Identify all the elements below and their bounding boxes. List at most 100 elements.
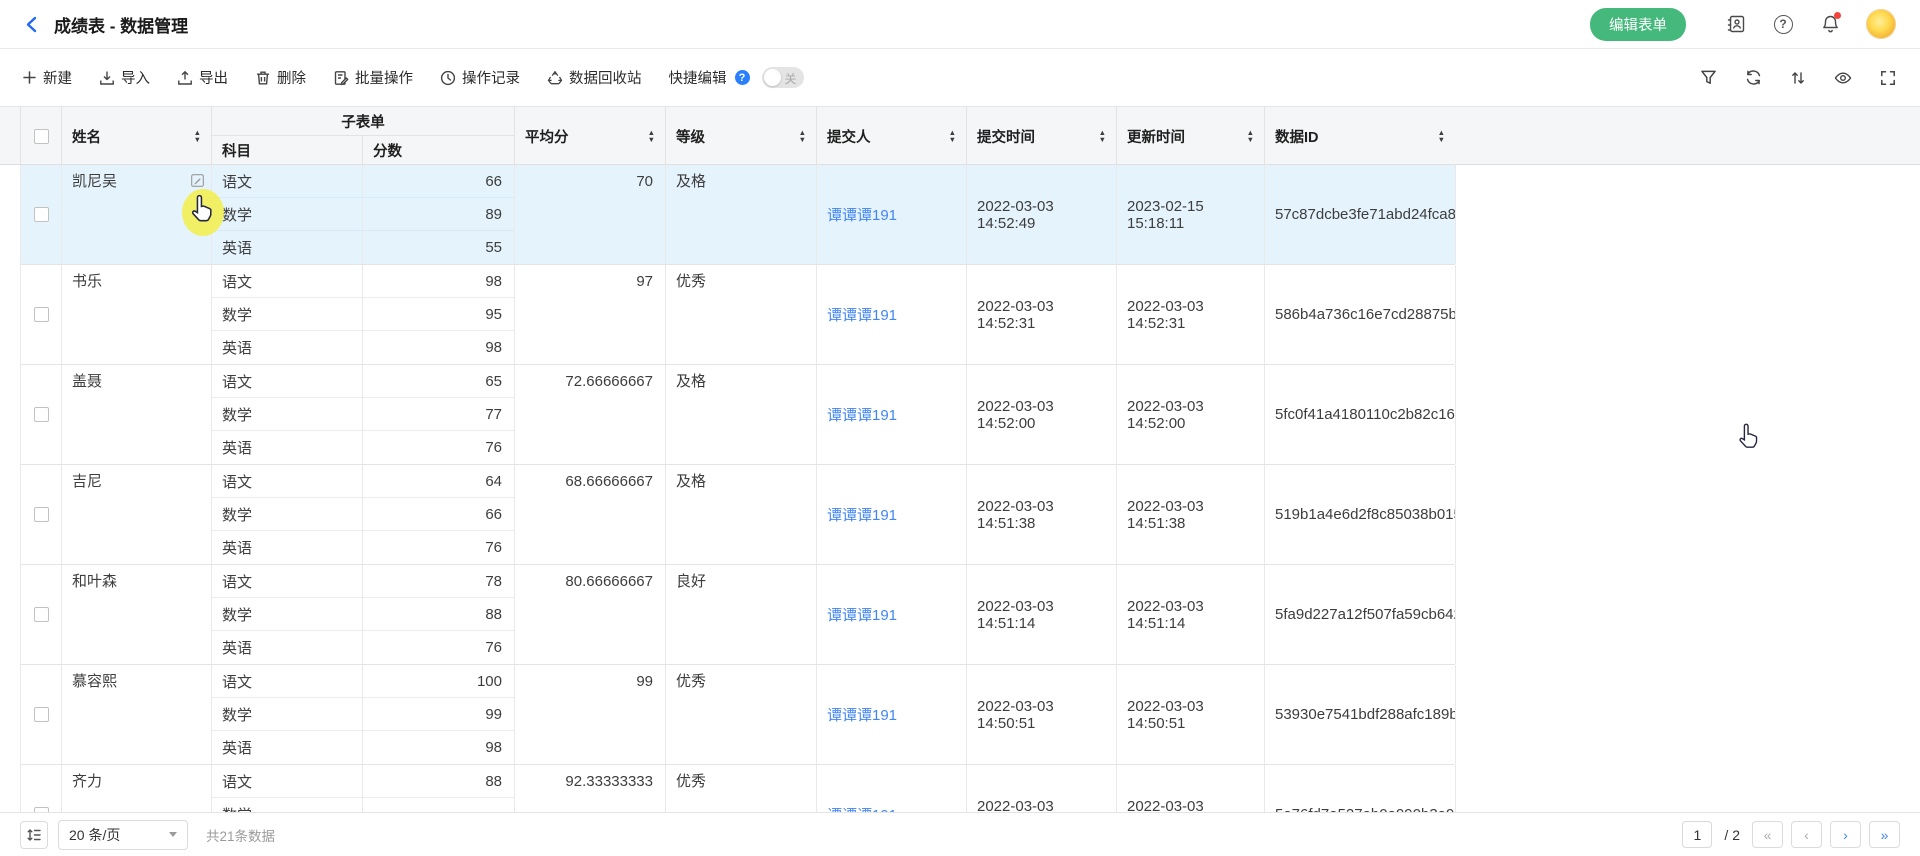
row-height-button[interactable] — [20, 821, 48, 849]
row-checkbox[interactable] — [34, 707, 49, 722]
import-button[interactable]: 导入 — [99, 67, 150, 88]
submit-time-cell: 2022-03-03 14:50:27 — [967, 765, 1117, 812]
submitter-link[interactable]: 谭谭谭191 — [827, 804, 897, 812]
sort-toggle-icon[interactable]: ▲▼ — [1438, 130, 1445, 142]
subject-subcell: 语文 — [212, 265, 362, 298]
prev-page-button[interactable]: ‹ — [1791, 821, 1822, 848]
submitter-link[interactable]: 谭谭谭191 — [827, 404, 897, 425]
column-header-average[interactable]: 平均分 ▲▼ — [515, 107, 666, 165]
help-icon[interactable]: ? — [1772, 13, 1794, 35]
subject-cell: 语文数学英语 — [212, 565, 363, 664]
batch-ops-button[interactable]: 批量操作 — [333, 67, 413, 88]
page-number-input[interactable] — [1682, 821, 1712, 848]
select-all-checkbox[interactable] — [34, 129, 49, 144]
trash-icon — [255, 70, 271, 86]
sort-icon[interactable] — [1788, 68, 1808, 88]
notification-bell-icon[interactable] — [1819, 13, 1841, 35]
visibility-eye-icon[interactable] — [1833, 68, 1853, 88]
data-id-cell: 519b1a4e6d2f8c85038b015b — [1265, 465, 1456, 564]
score-subcell: 55 — [363, 231, 514, 264]
grade-cell: 良好 — [666, 565, 817, 664]
column-header-name[interactable]: 姓名 ▲▼ — [62, 107, 212, 165]
recycle-bin-button[interactable]: 数据回收站 — [547, 67, 642, 88]
back-icon[interactable] — [22, 15, 40, 33]
next-page-button[interactable]: › — [1830, 821, 1861, 848]
sort-toggle-icon[interactable]: ▲▼ — [1247, 130, 1254, 142]
column-header-update-time[interactable]: 更新时间 ▲▼ — [1117, 107, 1265, 165]
column-header-submitter[interactable]: 提交人 ▲▼ — [817, 107, 967, 165]
avatar[interactable] — [1866, 9, 1896, 39]
quick-edit-toggle[interactable]: 关 — [762, 67, 804, 88]
update-time-cell: 2022-03-03 14:50:51 — [1117, 665, 1265, 764]
table-row[interactable]: 盖聂语文数学英语65777672.66666667及格谭谭谭1912022-03… — [20, 365, 1455, 465]
edit-icon[interactable] — [190, 173, 205, 193]
score-subcell: 98 — [363, 265, 514, 298]
submitter-link[interactable]: 谭谭谭191 — [827, 504, 897, 525]
score-cell: 88 — [363, 765, 515, 812]
row-checkbox[interactable] — [34, 307, 49, 322]
score-cell: 989598 — [363, 265, 515, 364]
sort-toggle-icon[interactable]: ▲▼ — [949, 130, 956, 142]
edit-form-button[interactable]: 编辑表单 — [1590, 8, 1686, 41]
action-toolbar: 新建 导入 导出 删除 批量操作 操作记录 数据回收站 快捷编辑 ? — [0, 49, 1920, 107]
grade-cell: 优秀 — [666, 665, 817, 764]
select-all-checkbox-cell — [21, 107, 62, 165]
sort-toggle-icon[interactable]: ▲▼ — [648, 130, 655, 142]
recycle-icon — [547, 70, 563, 86]
name-cell: 吉尼 — [62, 465, 212, 564]
table-row[interactable]: 书乐语文数学英语98959897优秀谭谭谭1912022-03-03 14:52… — [20, 265, 1455, 365]
subject-cell: 语文数学英语 — [212, 265, 363, 364]
column-header-data-id[interactable]: 数据ID ▲▼ — [1265, 107, 1456, 165]
submitter-link[interactable]: 谭谭谭191 — [827, 304, 897, 325]
score-cell: 1009998 — [363, 665, 515, 764]
page-size-select[interactable]: 20 条/页 — [58, 820, 188, 850]
score-subcell: 100 — [363, 665, 514, 698]
sort-toggle-icon[interactable]: ▲▼ — [799, 130, 806, 142]
column-header-grade[interactable]: 等级 ▲▼ — [666, 107, 817, 165]
row-checkbox[interactable] — [34, 207, 49, 222]
notification-dot — [1834, 12, 1841, 19]
row-checkbox[interactable] — [34, 807, 49, 812]
new-button[interactable]: 新建 — [22, 67, 72, 88]
subject-subcell: 英语 — [212, 531, 362, 564]
table-row[interactable]: 和叶森语文数学英语78887680.66666667良好谭谭谭1912022-0… — [20, 565, 1455, 665]
row-checkbox[interactable] — [34, 407, 49, 422]
table-row[interactable]: 慕容熙语文数学英语100999899优秀谭谭谭1912022-03-03 14:… — [20, 665, 1455, 765]
delete-button[interactable]: 删除 — [255, 67, 306, 88]
subject-cell: 语文数学英语 — [212, 165, 363, 264]
table-row[interactable]: 凯尼吴 语文数学英语66895570及格谭谭谭1912022-03-03 14:… — [20, 165, 1455, 265]
row-checkbox[interactable] — [34, 507, 49, 522]
row-checkbox-cell — [21, 265, 62, 364]
subject-subcell: 语文 — [212, 665, 362, 698]
first-page-button[interactable]: « — [1752, 821, 1783, 848]
submitter-link[interactable]: 谭谭谭191 — [827, 704, 897, 725]
score-subcell: 66 — [363, 165, 514, 198]
sort-toggle-icon[interactable]: ▲▼ — [194, 130, 201, 142]
submit-time-cell: 2022-03-03 14:51:14 — [967, 565, 1117, 664]
submit-time-cell: 2022-03-03 14:52:31 — [967, 265, 1117, 364]
row-checkbox[interactable] — [34, 607, 49, 622]
subject-subcell: 语文 — [212, 165, 362, 198]
quick-edit-help-icon[interactable]: ? — [735, 70, 750, 85]
update-time-cell: 2022-03-03 14:50:27 — [1117, 765, 1265, 812]
fullscreen-icon[interactable] — [1878, 68, 1898, 88]
score-subcell: 78 — [363, 565, 514, 598]
table-row[interactable]: 吉尼语文数学英语64667668.66666667及格谭谭谭1912022-03… — [20, 465, 1455, 565]
update-time-cell: 2022-03-03 14:51:14 — [1117, 565, 1265, 664]
last-page-button[interactable]: » — [1869, 821, 1900, 848]
contacts-icon[interactable] — [1725, 13, 1747, 35]
export-button[interactable]: 导出 — [177, 67, 228, 88]
column-header-submit-time[interactable]: 提交时间 ▲▼ — [967, 107, 1117, 165]
subject-subcell: 数学 — [212, 398, 362, 431]
column-header-subform: 子表单 — [212, 107, 515, 136]
submitter-link[interactable]: 谭谭谭191 — [827, 604, 897, 625]
submitter-link[interactable]: 谭谭谭191 — [827, 204, 897, 225]
op-log-button[interactable]: 操作记录 — [440, 67, 520, 88]
submit-time-cell: 2022-03-03 14:50:51 — [967, 665, 1117, 764]
table-row[interactable]: 齐力语文数学8892.33333333优秀谭谭谭1912022-03-03 14… — [20, 765, 1455, 812]
subject-subcell: 语文 — [212, 365, 362, 398]
row-checkbox-cell — [21, 465, 62, 564]
refresh-icon[interactable] — [1743, 68, 1763, 88]
filter-icon[interactable] — [1698, 68, 1718, 88]
sort-toggle-icon[interactable]: ▲▼ — [1099, 130, 1106, 142]
